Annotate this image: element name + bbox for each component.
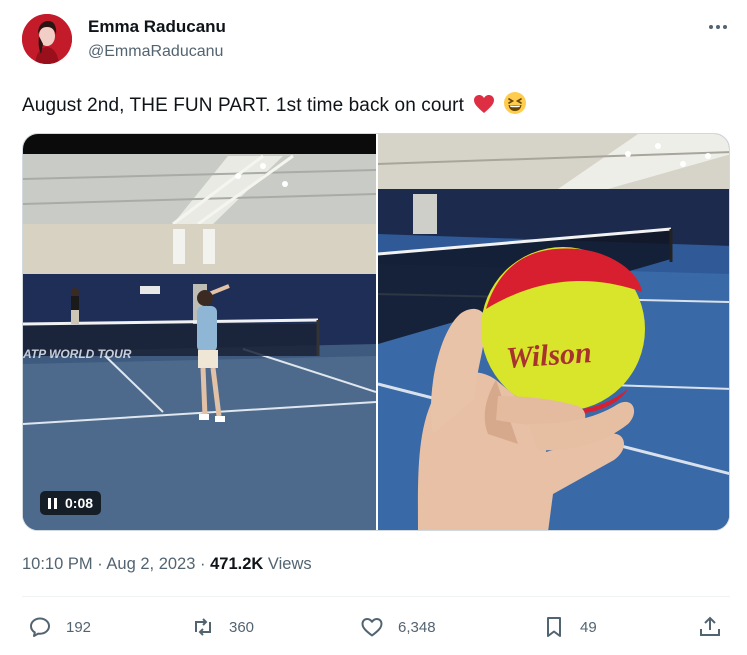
share-button[interactable] <box>698 614 722 640</box>
meta-separator: · <box>200 555 206 573</box>
display-name[interactable]: Emma Raducanu <box>88 17 226 37</box>
more-options-icon[interactable] <box>706 17 730 37</box>
handle[interactable]: @EmmaRaducanu <box>88 43 223 61</box>
tweet-body: August 2nd, THE FUN PART. 1st time back … <box>22 95 464 116</box>
tweet-text: August 2nd, THE FUN PART. 1st time back … <box>22 91 527 117</box>
reply-icon <box>30 617 50 637</box>
tweet-time[interactable]: 10:10 PM <box>22 555 93 573</box>
pause-icon[interactable] <box>48 497 57 509</box>
bookmark-icon <box>547 617 561 637</box>
video-time: 0:08 <box>65 495 94 511</box>
like-button[interactable]: 6,348 <box>360 614 436 640</box>
views-count[interactable]: 471.2K <box>210 555 263 573</box>
repost-button[interactable]: 360 <box>191 614 254 640</box>
share-icon <box>700 616 720 636</box>
views-label: Views <box>267 555 312 573</box>
video-time-badge[interactable]: 0:08 <box>40 491 102 515</box>
net-banner-text: ATP WORLD TOUR <box>23 347 132 361</box>
ball-brand-text: Wilson <box>505 336 593 375</box>
meta-separator: · <box>97 555 103 573</box>
video-frame: ATP WORLD TOUR <box>23 134 377 530</box>
heart-icon <box>361 618 383 637</box>
divider <box>22 596 730 597</box>
reply-button[interactable]: 192 <box>28 614 91 640</box>
reply-count: 192 <box>66 618 92 636</box>
tennis-ball-photo: Wilson <box>377 134 729 530</box>
bookmark-count: 49 <box>580 618 597 636</box>
grinning-squinting-face-emoji-icon <box>503 92 526 114</box>
tweet-meta: 10:10 PM · Aug 2, 2023 · 471.2K Views <box>22 555 312 574</box>
media-grid: ATP WORLD TOUR 0:08 Wilson <box>22 133 730 531</box>
repost-icon <box>195 618 211 636</box>
like-count: 6,348 <box>398 618 436 636</box>
profile-photo-icon <box>22 14 72 64</box>
avatar[interactable] <box>22 14 72 64</box>
photo[interactable]: Wilson <box>377 134 729 530</box>
tweet-date[interactable]: Aug 2, 2023 <box>106 555 195 573</box>
repost-count: 360 <box>229 618 255 636</box>
red-heart-emoji-icon <box>474 95 495 113</box>
video-player[interactable]: ATP WORLD TOUR 0:08 <box>23 134 377 530</box>
bookmark-button[interactable]: 49 <box>542 614 597 640</box>
